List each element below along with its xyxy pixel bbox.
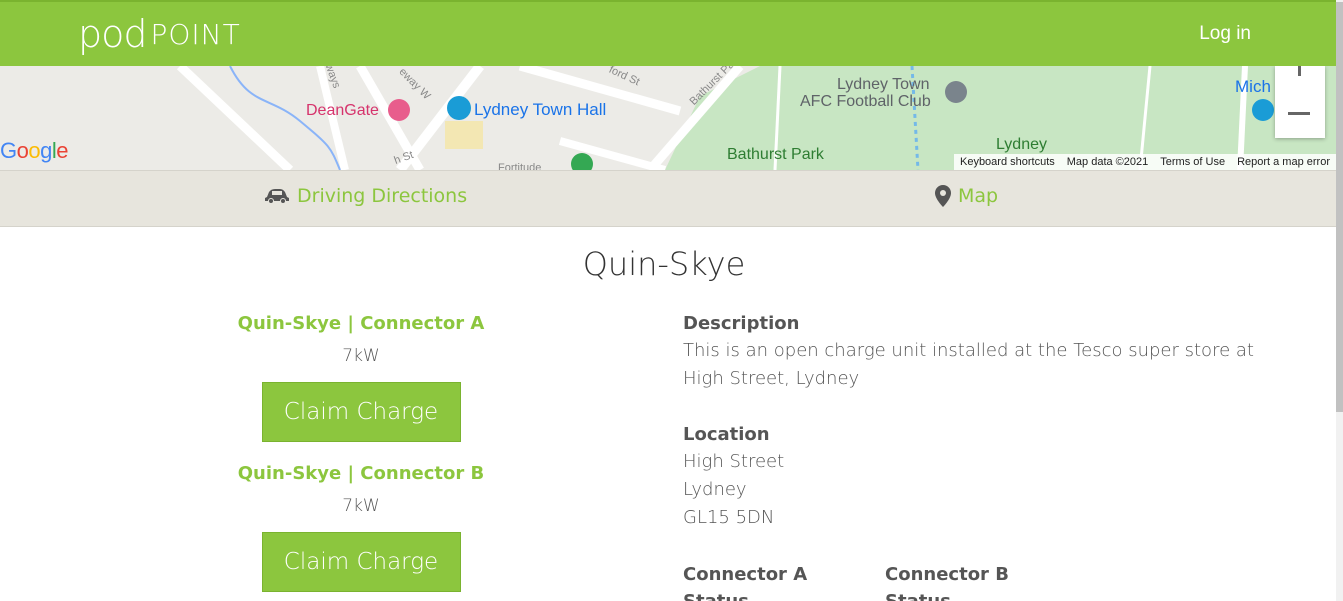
connector-b-status-heading: Connector B — [885, 564, 1009, 585]
map-footer: Keyboard shortcuts Map data ©2021 Terms … — [953, 154, 1336, 170]
description-section: Description This is an open charge unit … — [683, 313, 1263, 393]
logo-point-text: POINT — [150, 17, 241, 51]
top-header: pod POINT Log in — [0, 0, 1336, 66]
description-heading: Description — [683, 313, 800, 334]
login-link[interactable]: Log in — [1199, 23, 1251, 45]
pod-point-logo[interactable]: pod POINT — [78, 10, 241, 58]
map-data-text: Map data ©2021 — [1066, 156, 1149, 168]
map-poi-afc-line1[interactable]: Lydney Town — [837, 76, 930, 94]
terms-link[interactable]: Terms of Use — [1160, 156, 1225, 168]
page-scrollbar[interactable] — [1336, 0, 1343, 601]
connector-b-status-label: Status — [885, 591, 1009, 601]
location-heading: Location — [683, 424, 770, 445]
connector-b-status-section: Connector B Status — [885, 564, 1009, 601]
scrollbar-thumb[interactable] — [1336, 2, 1343, 412]
zoom-out-button[interactable] — [1288, 112, 1310, 115]
connector-a-power: 7kW — [342, 346, 380, 366]
page-title: Quin-Skye — [582, 245, 746, 283]
report-map-error-link[interactable]: Report a map error — [1237, 156, 1330, 168]
tab-driving-directions[interactable]: Driving Directions — [264, 185, 467, 207]
tab-map-label: Map — [958, 185, 999, 207]
location-line-2: Lydney — [683, 479, 747, 500]
location-line-1: High Street — [683, 451, 785, 472]
connector-a-status-heading: Connector A — [683, 564, 808, 585]
map-poi-afc-line2[interactable]: AFC Football Club — [800, 93, 931, 111]
map-pin-icon — [935, 185, 951, 207]
location-line-3: GL15 5DN — [683, 507, 775, 528]
location-map[interactable]: ways eway W ford St Bathurst Park h St F… — [0, 66, 1336, 170]
claim-charge-button-a[interactable]: Claim Charge — [261, 382, 461, 442]
connector-card-b: Quin-Skye | Connector B 7kW Claim Charge — [180, 463, 542, 592]
claim-charge-button-b[interactable]: Claim Charge — [261, 532, 461, 592]
location-section: Location High Street Lydney GL15 5DN — [683, 424, 1263, 532]
connector-card-a: Quin-Skye | Connector A 7kW Claim Charge — [180, 313, 542, 442]
map-poi-deangate[interactable]: DeanGate — [306, 102, 379, 120]
map-poi-bathurst-park[interactable]: Bathurst Park — [727, 146, 824, 164]
description-text: This is an open charge unit installed at… — [683, 340, 1254, 389]
connector-a-title: Quin-Skye | Connector A — [237, 313, 485, 334]
tab-driving-directions-label: Driving Directions — [297, 185, 468, 207]
keyboard-shortcuts-link[interactable]: Keyboard shortcuts — [960, 156, 1055, 168]
map-tabs-bar: Driving Directions Map — [0, 170, 1336, 227]
connector-b-title: Quin-Skye | Connector B — [237, 463, 485, 484]
connector-a-status-section: Connector A Status — [683, 564, 807, 601]
logo-pod-text: pod — [78, 12, 147, 56]
map-zoom-controls — [1275, 66, 1325, 138]
map-poi-mich[interactable]: Mich — [1235, 77, 1271, 97]
connector-b-power: 7kW — [342, 496, 380, 516]
map-poi-town-hall[interactable]: Lydney Town Hall — [474, 100, 606, 120]
tab-map[interactable]: Map — [935, 185, 998, 207]
google-logo: Google — [0, 138, 69, 163]
map-street-label: Fortitude — [498, 162, 542, 170]
map-area-lydney: Lydney — [996, 136, 1047, 153]
car-icon — [265, 189, 289, 204]
connector-a-status-label: Status — [683, 591, 807, 601]
zoom-in-button[interactable] — [1298, 66, 1301, 76]
